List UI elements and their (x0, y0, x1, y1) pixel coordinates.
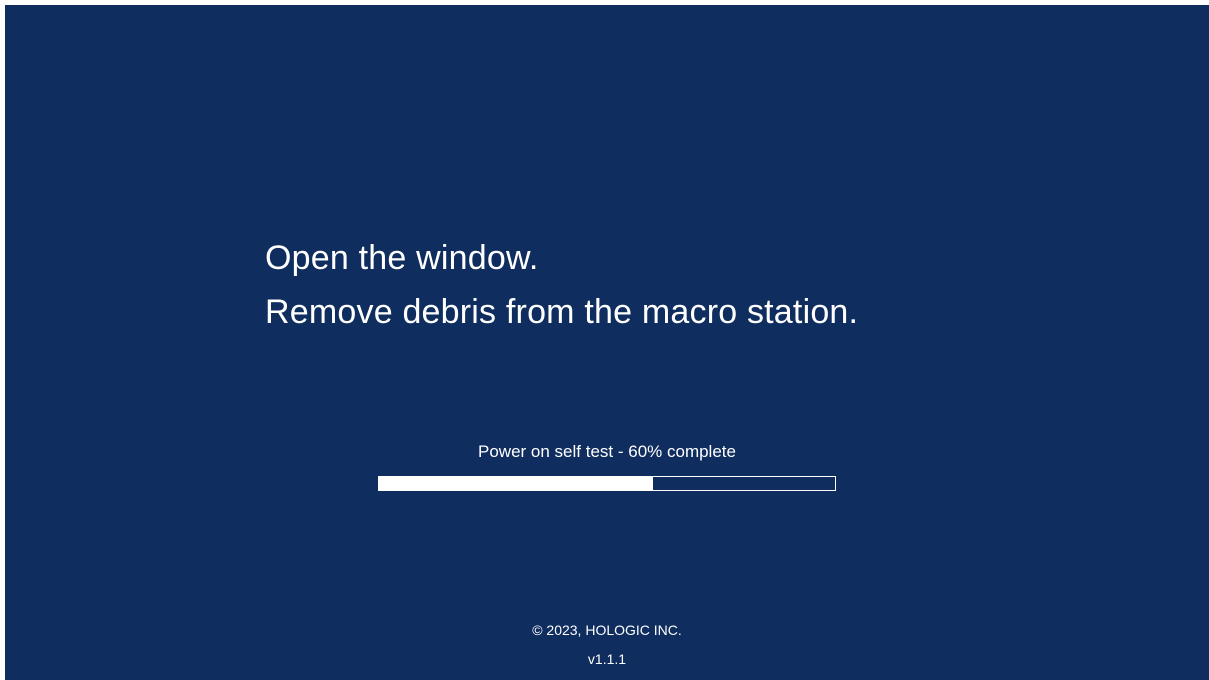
instruction-remove-debris: Remove debris from the macro station. (265, 293, 859, 331)
self-test-screen: Open the window. Remove debris from the … (5, 5, 1209, 680)
self-test-status-text: Power on self test - 60% complete (478, 442, 736, 461)
progress-bar-fill (379, 477, 653, 490)
instruction-open-window: Open the window. (265, 239, 539, 277)
version-text: v1.1.1 (587, 651, 627, 667)
self-test-progress-bar (378, 476, 836, 491)
copyright-text: © 2023, HOLOGIC INC. (532, 622, 682, 638)
instruction-list: Open the window. Remove debris from the … (265, 231, 858, 339)
